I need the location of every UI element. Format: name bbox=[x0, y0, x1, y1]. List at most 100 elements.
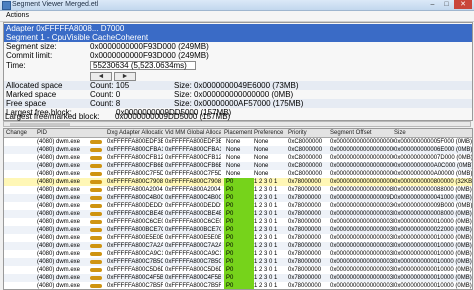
table-row[interactable]: (4080) dwm.exe 0xFFFFFA800CFBA1C00xFFFFFA… bbox=[4, 146, 472, 154]
table-row[interactable]: (4080) dwm.exe 0xFFFFFA800C4F5B800xFFFFFA… bbox=[4, 274, 472, 282]
cell-segment-offset: 0x000000000000000000 (0MB) bbox=[330, 179, 394, 185]
table-row[interactable]: (4080) dwm.exe 0xFFFFFA800DEDD9700xFFFFFA… bbox=[4, 202, 472, 210]
cell-size: 0x0000000000041000 (0MB) bbox=[394, 195, 472, 201]
cell-preference: None bbox=[254, 147, 269, 153]
cell-size: 0x0000000000010000 (0MB) bbox=[394, 243, 472, 249]
next-time-button[interactable]: ► bbox=[114, 72, 136, 81]
cell-vidmm-alloc: 0xFFFFFA800C7B5C60 bbox=[165, 259, 221, 265]
col-size[interactable]: Size bbox=[394, 129, 472, 137]
segment-size-value: 0x0000000000F93D000 (249MB) bbox=[90, 42, 209, 51]
cell-vidmm-alloc: 0xFFFFFA800CFB6E50 bbox=[165, 163, 221, 169]
col-vidmm-alloc[interactable]: Vid MM Global Allocation bbox=[165, 129, 221, 137]
cell-vidmm-alloc: 0xFFFFFA800EDF3E0 bbox=[165, 139, 221, 145]
table-row[interactable]: (4080) dwm.exe 0xFFFFFA800C7A2A700xFFFFFA… bbox=[4, 242, 472, 250]
table-row[interactable]: (4080) dwm.exe 0xFFFFFA800C6CE0B00xFFFFFA… bbox=[4, 218, 472, 226]
table-row[interactable]: (4080) dwm.exe 0xFFFFFA800CA9C1B00xFFFFFA… bbox=[4, 250, 472, 258]
cell-preference: 1 2 3 0 1 bbox=[254, 227, 278, 233]
table-row[interactable]: (4080) dwm.exe 0xFFFFFA800C7B5C600xFFFFFA… bbox=[4, 258, 472, 266]
table-row[interactable]: (4080) dwm.exe 0xFFFFFA800EDF3E0 0xFFFFFA8… bbox=[4, 138, 472, 146]
cell-pid: (4080) dwm.exe bbox=[37, 163, 81, 169]
cell-vidmm-alloc: 0xFFFFFA800E5E0E0 bbox=[165, 235, 221, 241]
free-count: Count: 8 bbox=[90, 99, 121, 108]
allocation-indicator-icon bbox=[90, 236, 102, 240]
col-placement[interactable]: Placement bbox=[224, 129, 252, 137]
cell-size: 0x0000000000010000 (0MB) bbox=[394, 219, 472, 225]
cell-vidmm-alloc: 0xFFFFFA800CBE4B70 bbox=[165, 211, 221, 217]
cell-priority: 0x78000000 bbox=[288, 227, 322, 233]
cell-pid: (4080) dwm.exe bbox=[37, 275, 81, 281]
menu-actions[interactable]: Actions bbox=[6, 11, 29, 21]
allocation-indicator-icon bbox=[90, 212, 102, 216]
cell-preference: 1 2 3 0 1 bbox=[254, 195, 278, 201]
horizontal-scrollbar[interactable] bbox=[3, 121, 471, 127]
col-dxg-alloc[interactable]: Dxg Adapter Allocation bbox=[107, 129, 163, 137]
segment-row[interactable]: Segment 1 - CpuVisible CacheCoherent bbox=[4, 33, 472, 42]
table-row[interactable]: (4080) dwm.exe 0xFFFFFA800CBE4B700xFFFFFA… bbox=[4, 210, 472, 218]
allocation-indicator-icon bbox=[90, 260, 102, 264]
cell-pid: (4080) dwm.exe bbox=[37, 171, 81, 177]
minimize-button[interactable]: – bbox=[426, 0, 439, 9]
cell-placement: None bbox=[226, 155, 241, 161]
commit-limit-value: 0x0000000000F93D000 (249MB) bbox=[90, 51, 209, 60]
cell-preference: 1 2 3 0 1 bbox=[254, 203, 278, 209]
cell-segment-offset: 0x00000000000000003FC2000 (0MB) bbox=[330, 267, 394, 273]
cell-size: 0x0000000000010000 (0MB) bbox=[394, 275, 472, 281]
maximize-button[interactable]: □ bbox=[440, 0, 453, 9]
cell-preference: 1 2 3 0 1 bbox=[254, 275, 278, 281]
cell-placement: P0 bbox=[224, 282, 254, 289]
col-priority[interactable]: Priority bbox=[288, 129, 328, 137]
cell-segment-offset: 0x000000000000000000 (0MB) bbox=[330, 171, 394, 177]
allocated-count: Count: 105 bbox=[90, 81, 130, 90]
col-pid[interactable]: PID bbox=[37, 129, 103, 137]
free-row: Free space Count: 8 Size: 0x00000000AF57… bbox=[4, 99, 472, 108]
cell-size: 0x000000000006E000 (0MB) bbox=[394, 147, 472, 153]
cell-vidmm-alloc: 0xFFFFFA800DEDD970 bbox=[165, 203, 221, 209]
cell-dxg-alloc: 0xFFFFFA800C7A2A70 bbox=[107, 243, 163, 249]
col-segment-offset[interactable]: Segment Offset bbox=[330, 129, 394, 137]
table-row[interactable]: (4080) dwm.exe 0xFFFFFA800C5D6D0 0xFFFFFA8… bbox=[4, 266, 472, 274]
table-row[interactable]: (4080) dwm.exe 0xFFFFFA800C7F5DC00xFFFFFA… bbox=[4, 170, 472, 178]
close-button[interactable]: ✕ bbox=[454, 0, 472, 9]
cell-preference: None bbox=[254, 163, 269, 169]
adapter-row[interactable]: Adapter 0xFFFFFA8008... D7000 bbox=[4, 24, 472, 33]
table-row[interactable]: (4080) dwm.exe 0xFFFFFA800BCE7C0 0xFFFFFA8… bbox=[4, 226, 472, 234]
col-change[interactable]: Change bbox=[6, 129, 36, 137]
cell-priority: 0x78000000 bbox=[288, 187, 322, 193]
table-row[interactable]: (4080) dwm.exe 0xFFFFFA800C4B0C500xFFFFFA… bbox=[4, 194, 472, 202]
cell-dxg-alloc: 0xFFFFFA800CA9C1B0 bbox=[107, 251, 163, 257]
cell-dxg-alloc: 0xFFFFFA800CBE4B70 bbox=[107, 211, 163, 217]
cell-placement: P0 bbox=[224, 234, 254, 242]
cell-size: 0x0000000000010000 (0MB) bbox=[394, 235, 472, 241]
cell-priority: 0x78000000 bbox=[288, 179, 322, 185]
time-value[interactable]: 55230634 (5,523.0634ms) bbox=[90, 61, 196, 70]
scrollbar-thumb[interactable] bbox=[10, 123, 70, 126]
cell-priority: 0xC8000000 bbox=[288, 147, 323, 153]
cell-dxg-alloc: 0xFFFFFA800C4F5B80 bbox=[107, 275, 163, 281]
table-row[interactable]: (4080) dwm.exe 0xFFFFFA800A2004100xFFFFFA… bbox=[4, 186, 472, 194]
cell-vidmm-alloc: 0xFFFFFA800C5D6D0 bbox=[165, 267, 221, 273]
cell-priority: 0xC8000000 bbox=[288, 139, 323, 145]
cell-segment-offset: 0x000000000000000000 (0MB) bbox=[330, 147, 394, 153]
col-preference[interactable]: Preference bbox=[254, 129, 286, 137]
allocation-indicator-icon bbox=[90, 180, 102, 184]
table-row[interactable]: (4080) dwm.exe 0xFFFFFA800CFB6E500xFFFFFA… bbox=[4, 162, 472, 170]
cell-vidmm-alloc: 0xFFFFFA800CFBA1C0 bbox=[165, 147, 221, 153]
allocation-indicator-icon bbox=[90, 252, 102, 256]
cell-preference: None bbox=[254, 155, 269, 161]
cell-placement: P0 bbox=[224, 226, 254, 234]
table-row[interactable]: (4080) dwm.exe 0xFFFFFA800C7908E00xFFFFFA… bbox=[4, 178, 472, 186]
allocation-grid: Change PID Dxg Adapter Allocation Vid MM… bbox=[3, 128, 473, 290]
allocation-indicator-icon bbox=[90, 164, 102, 168]
prev-time-button[interactable]: ◄ bbox=[90, 72, 112, 81]
cell-segment-offset: 0x00000000000000003FD2000 (0MB) bbox=[330, 275, 394, 281]
table-row[interactable]: (4080) dwm.exe 0xFFFFFA800E5E0E0 0xFFFFFA8… bbox=[4, 234, 472, 242]
allocation-indicator-icon bbox=[90, 220, 102, 224]
table-row[interactable]: (4080) dwm.exe 0xFFFFFA800CFB12100xFFFFFA… bbox=[4, 154, 472, 162]
cell-placement: P0 bbox=[224, 250, 254, 258]
app-icon bbox=[2, 1, 11, 10]
allocated-label: Allocated space bbox=[6, 81, 63, 90]
table-row[interactable]: (4080) dwm.exe 0xFFFFFA800C7B5F600xFFFFFA… bbox=[4, 282, 472, 289]
commit-limit-label: Commit limit: bbox=[6, 51, 53, 60]
cell-priority: 0x78000000 bbox=[288, 267, 322, 273]
cell-pid: (4080) dwm.exe bbox=[37, 259, 81, 265]
